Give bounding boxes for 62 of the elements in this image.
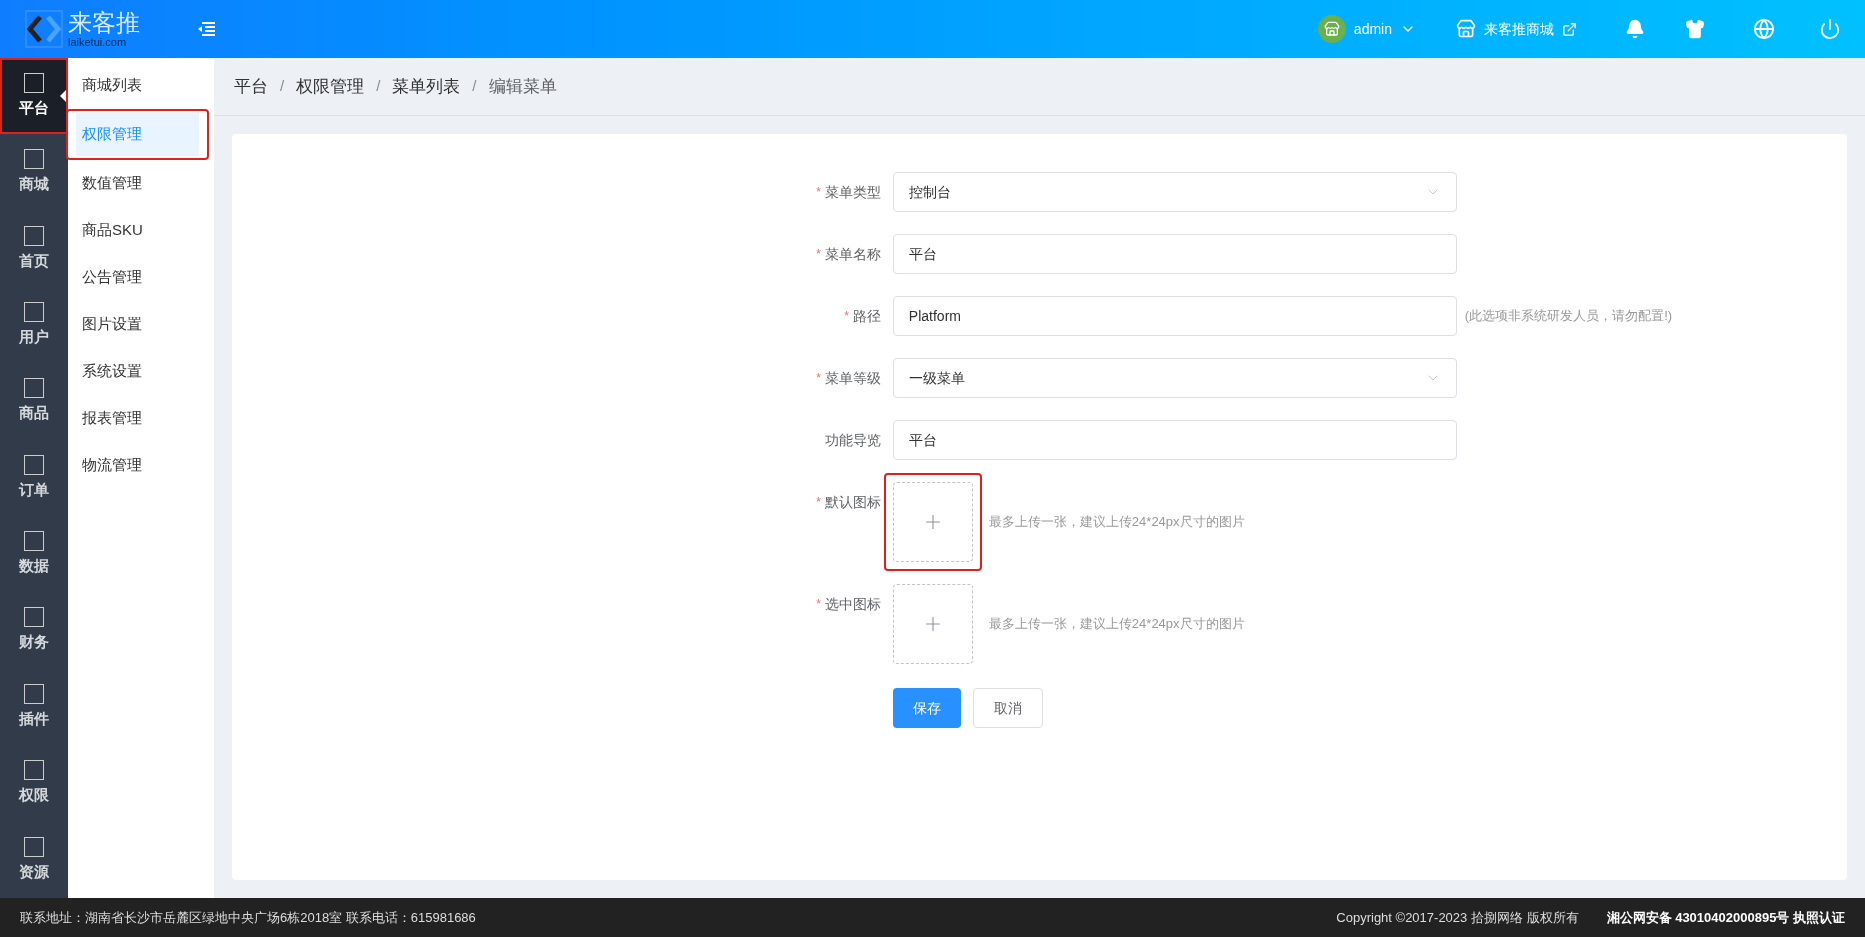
breadcrumb-separator: / <box>376 76 381 97</box>
field-hint: (此选项非系统研发人员，请勿配置!) <box>1464 307 1673 325</box>
select-field[interactable]: 一级菜单 <box>892 358 1457 398</box>
rail-item[interactable]: 商城 <box>0 134 68 211</box>
breadcrumb-item[interactable]: 权限管理 <box>296 73 365 100</box>
submenu-item[interactable]: 公告管理 <box>76 256 206 299</box>
required-mark: * <box>844 308 849 325</box>
shirt-icon[interactable] <box>1685 19 1705 39</box>
rail-item[interactable]: 资源 <box>0 821 68 898</box>
field-label: 菜单类型 <box>824 183 881 202</box>
field-label: 选中图标 <box>824 595 881 614</box>
breadcrumb-item[interactable]: 平台 <box>234 73 268 100</box>
field-label: 路径 <box>852 307 881 326</box>
field-label: 菜单等级 <box>824 369 881 388</box>
required-mark: * <box>816 370 821 387</box>
external-link-icon[interactable] <box>1562 21 1577 37</box>
rail-item[interactable]: 商品 <box>0 363 68 440</box>
upload-button[interactable] <box>892 482 973 562</box>
rail-item[interactable]: 订单 <box>0 439 68 517</box>
menu-icon[interactable] <box>196 21 216 37</box>
input-field[interactable]: 平台 <box>892 234 1457 274</box>
cancel-button[interactable]: 取消 <box>972 688 1043 728</box>
rail-item[interactable]: 平台 <box>0 58 68 135</box>
upload-button[interactable] <box>892 584 973 664</box>
breadcrumb-item: 编辑菜单 <box>488 75 557 98</box>
power-icon[interactable] <box>1819 18 1841 40</box>
breadcrumb-item[interactable]: 菜单列表 <box>392 73 461 100</box>
rail-item[interactable]: 用户 <box>0 287 68 364</box>
select-field[interactable]: 控制台 <box>892 172 1457 212</box>
submenu-item[interactable]: 系统设置 <box>76 350 206 393</box>
logo-text: 来客推 <box>68 10 140 35</box>
required-mark: * <box>816 184 821 201</box>
field-label: 默认图标 <box>824 493 881 512</box>
language-icon[interactable] <box>1753 18 1775 40</box>
footer-copyright: Copyright ©2017-2023 拾捌网络 版权所有 <box>1336 908 1579 927</box>
rail-item[interactable]: 插件 <box>0 668 68 746</box>
submenu-item[interactable]: 商城列表 <box>76 64 206 107</box>
input-field[interactable]: 平台 <box>892 420 1457 460</box>
footer-record: 湘公网安备 43010402000895号 执照认证 <box>1606 908 1845 927</box>
notification-icon[interactable] <box>1625 19 1645 39</box>
required-mark: * <box>816 596 821 613</box>
breadcrumb-separator: / <box>280 76 285 97</box>
submenu-item[interactable]: 报表管理 <box>76 397 206 440</box>
breadcrumb-separator: / <box>472 76 477 97</box>
rail-item[interactable]: 数据 <box>0 516 68 593</box>
logo-domain: laiketui.com <box>68 36 128 48</box>
rail-item[interactable]: 权限 <box>0 745 68 822</box>
input-field[interactable]: Platform <box>892 296 1457 336</box>
rail-item[interactable]: 财务 <box>0 592 68 669</box>
required-mark: * <box>816 246 821 263</box>
rail-item[interactable]: 首页 <box>0 210 68 288</box>
submenu-item[interactable]: 图片设置 <box>76 303 206 346</box>
submenu-item[interactable]: 商品SKU <box>76 209 206 252</box>
logo-icon <box>24 9 64 49</box>
store-icon[interactable] <box>1456 19 1476 39</box>
field-label: 功能导览 <box>824 431 881 450</box>
required-mark: * <box>816 494 821 511</box>
avatar[interactable] <box>1317 15 1346 43</box>
submenu-item[interactable]: 数值管理 <box>76 162 206 205</box>
field-label: 菜单名称 <box>824 245 881 264</box>
footer-address: 联系地址：湖南省长沙市岳麓区绿地中央广场6栋2018室 联系电话：615981686 <box>20 908 476 927</box>
submenu-item[interactable]: 物流管理 <box>76 444 206 487</box>
